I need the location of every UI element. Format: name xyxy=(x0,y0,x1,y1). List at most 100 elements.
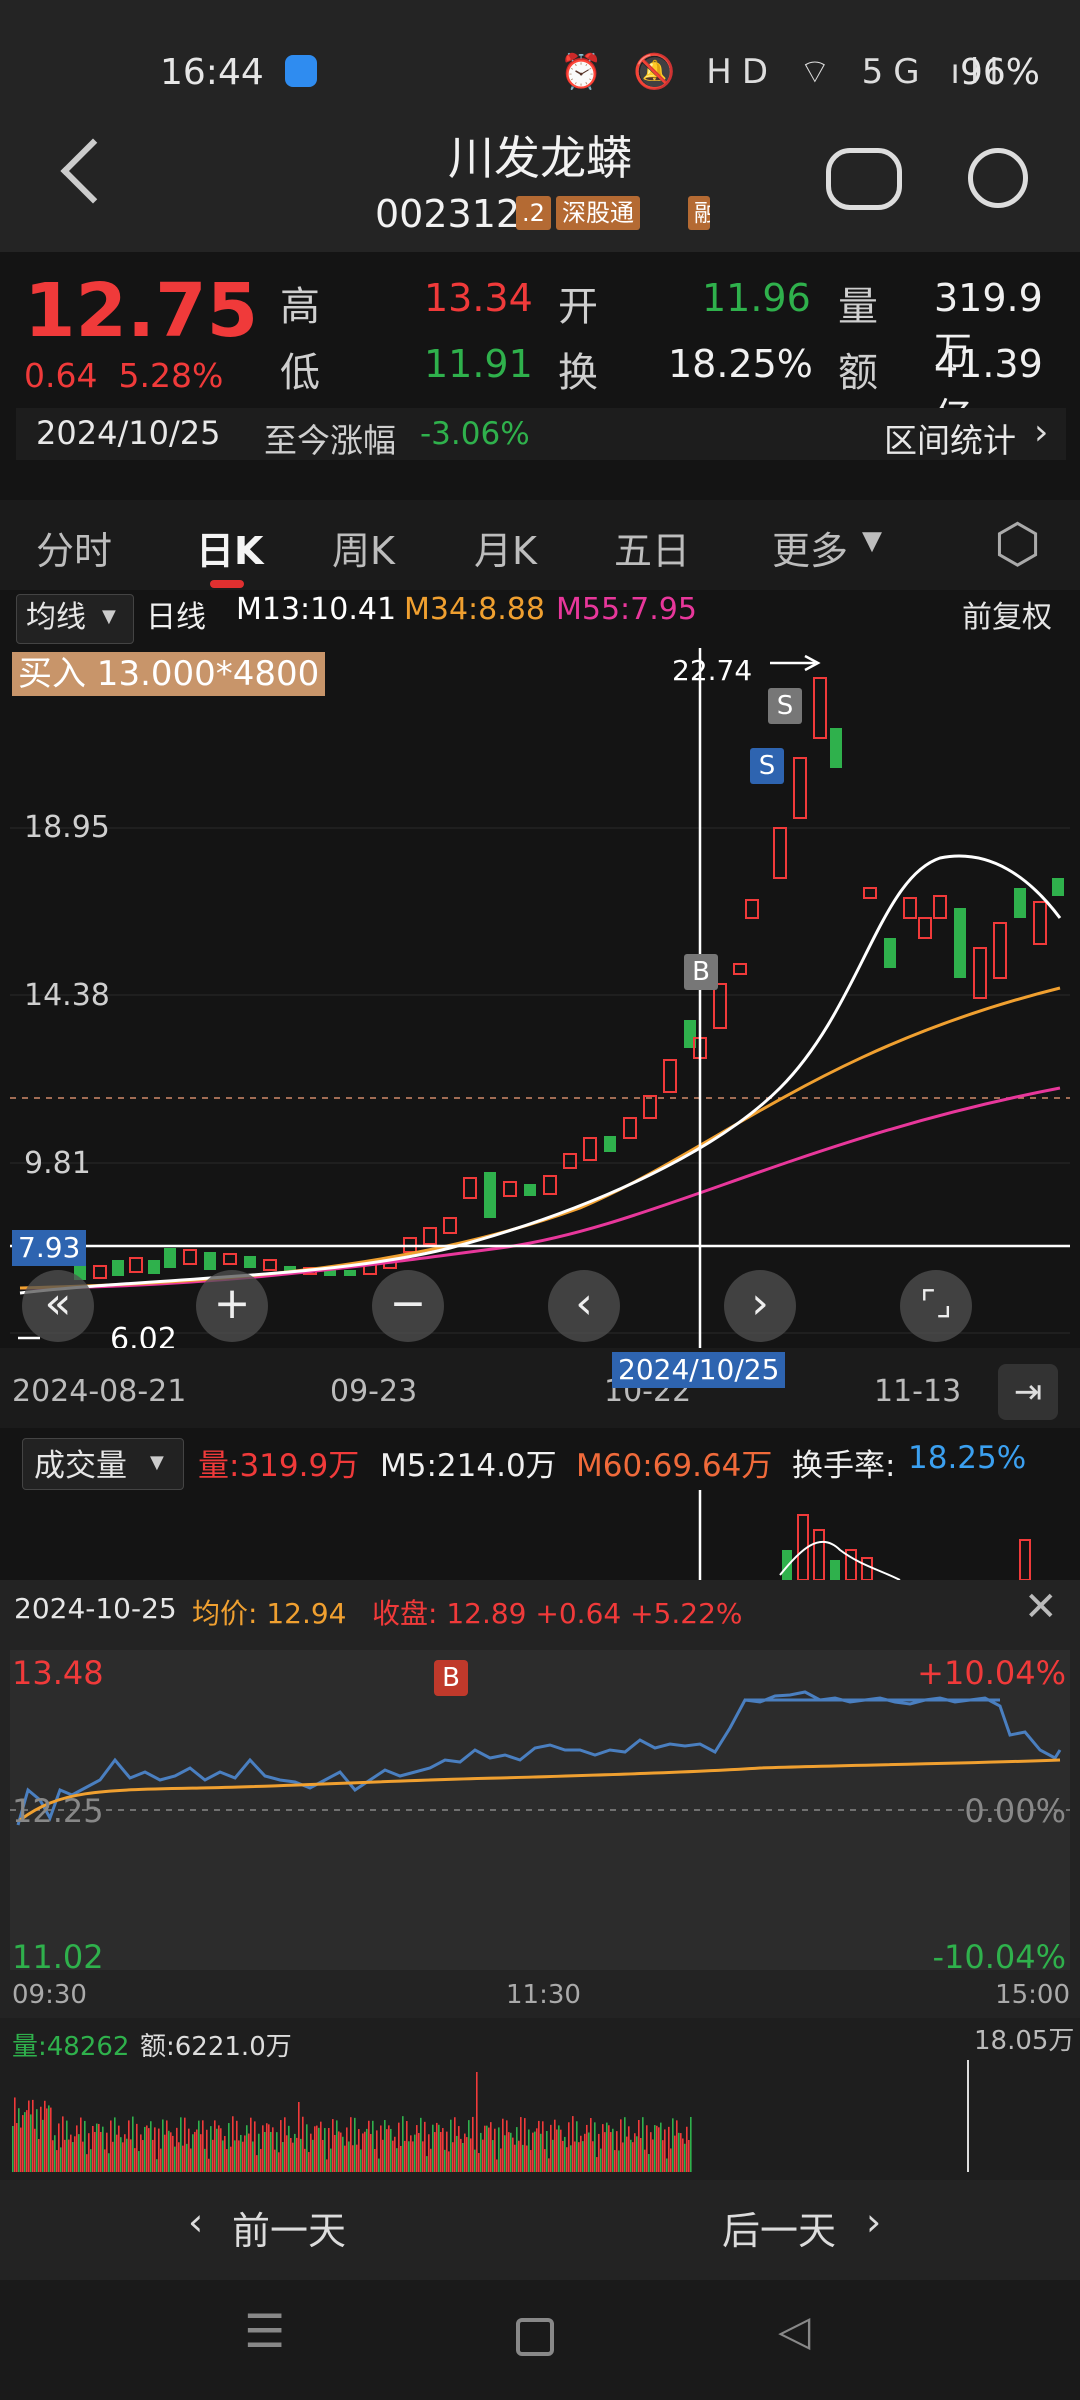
level-tag: .2 xyxy=(516,196,551,230)
robot-assistant-icon[interactable] xyxy=(826,148,902,210)
tab-weekly-k[interactable]: 周K xyxy=(332,520,395,575)
status-time: 16:44 xyxy=(160,52,264,93)
last-price: 12.75 xyxy=(24,268,259,354)
vol-m60: M60:69.64万 xyxy=(576,1448,773,1484)
app-notification-icon xyxy=(285,55,317,87)
jump-to-latest-icon[interactable]: ⇥ xyxy=(998,1364,1058,1420)
scroll-left-fast-icon[interactable]: « xyxy=(22,1270,94,1342)
low-label: 低 xyxy=(280,350,320,396)
intraday-amount: 额:6221.0万 xyxy=(140,2032,292,2062)
y-label-1: 18.95 xyxy=(24,810,110,845)
tab-more[interactable]: 更多 xyxy=(772,520,848,575)
stock-name: 川发龙蟒 xyxy=(448,131,632,185)
adjust-mode[interactable]: 前复权 xyxy=(962,592,1052,636)
intraday-date: 2024-10-25 xyxy=(14,1592,177,1625)
zoom-in-icon[interactable]: + xyxy=(196,1270,268,1342)
y-label-3: 9.81 xyxy=(24,1146,91,1181)
volume-bars-chart xyxy=(698,1490,1031,1580)
since-value: -3.06% xyxy=(420,416,530,452)
next-day-button[interactable]: 后一天 xyxy=(722,2200,836,2255)
intraday-y-mid: 12.25 xyxy=(12,1792,104,1830)
close-icon[interactable]: ✕ xyxy=(1024,1584,1058,1630)
low-value: 11.91 xyxy=(424,342,533,386)
zoom-out-icon[interactable]: − xyxy=(372,1270,444,1342)
margin-tag: 融 xyxy=(688,196,710,230)
dropdown-caret-icon[interactable]: ▼ xyxy=(862,526,882,556)
y-label-2: 14.38 xyxy=(24,978,110,1013)
caret-down-icon-2: ▼ xyxy=(150,1452,164,1473)
amount-label: 额 xyxy=(838,350,878,396)
active-tab-indicator xyxy=(210,580,244,588)
tab-monthly-k[interactable]: 月K xyxy=(474,520,537,575)
m13-value: M13:10.41 xyxy=(236,592,397,627)
tab-daily-k[interactable]: 日K xyxy=(196,520,263,575)
volume-value-label: 量:319.9万 xyxy=(198,1448,360,1484)
intraday-buy-marker[interactable]: B xyxy=(434,1660,468,1696)
tab-five-day[interactable]: 五日 xyxy=(614,520,690,575)
high-label: 高 xyxy=(280,284,320,330)
turnover-label: 换 xyxy=(558,350,598,396)
intraday-x-end: 15:00 xyxy=(995,1980,1070,2010)
connect-tag: 深股通 xyxy=(556,196,640,230)
high-mark: 22.74 xyxy=(672,654,753,687)
stock-code: 002312 xyxy=(375,192,521,236)
ma34-line xyxy=(19,986,1061,1290)
selected-date: 2024/10/25 xyxy=(36,414,221,452)
next-candle-icon[interactable]: › xyxy=(724,1270,796,1342)
kline-chart[interactable] xyxy=(0,648,1080,1348)
price-change: 0.64 5.28% xyxy=(24,356,224,395)
intraday-pct-low: -10.04% xyxy=(932,1938,1066,1976)
period-label: 日线 xyxy=(146,600,206,635)
since-label: 至今涨幅 xyxy=(264,421,396,460)
day-nav xyxy=(0,2180,1080,2280)
ma-select-label: 均线 xyxy=(26,600,86,635)
crosshair-price: 7.93 xyxy=(12,1230,87,1266)
ma13-line xyxy=(19,854,1062,1295)
range-stats-link[interactable]: 区间统计 xyxy=(884,414,1016,462)
buy-marker[interactable]: B xyxy=(684,954,718,990)
intraday-vol: 量:48262 xyxy=(12,2032,130,2062)
intraday-x-mid: 11:30 xyxy=(506,1980,581,2010)
x-label-2: 09-23 xyxy=(330,1374,418,1409)
x-label-1: 2024-08-21 xyxy=(12,1374,187,1409)
intraday-y-high: 13.48 xyxy=(12,1654,104,1692)
battery-level: 96% xyxy=(959,52,1040,93)
sell-marker-2[interactable]: S xyxy=(750,748,784,784)
intraday-vol-max: 18.05万 xyxy=(974,2026,1075,2056)
vol-m5: M5:214.0万 xyxy=(380,1448,557,1484)
fullscreen-icon[interactable]: ⌜⌟ xyxy=(900,1270,972,1342)
turnover-value: 18.25% xyxy=(668,342,813,386)
intraday-volume-chart xyxy=(12,2060,969,2172)
chevron-left-icon[interactable]: ‹ xyxy=(188,2200,203,2244)
period-tabs xyxy=(0,500,1080,590)
volume-select-label: 成交量 xyxy=(34,1448,127,1484)
tab-intraday[interactable]: 分时 xyxy=(36,520,112,575)
intraday-pct-high: +10.04% xyxy=(917,1654,1066,1692)
home-icon[interactable] xyxy=(516,2318,554,2356)
intraday-chart[interactable] xyxy=(0,1640,1080,2000)
turnover-rate-value: 18.25% xyxy=(908,1440,1027,1476)
crosshair-date: 2024/10/25 xyxy=(612,1352,786,1388)
high-value: 13.34 xyxy=(424,276,533,320)
open-label: 开 xyxy=(558,284,598,330)
turnover-rate-label: 换手率: xyxy=(792,1448,896,1484)
m55-value: M55:7.95 xyxy=(556,592,697,627)
search-icon[interactable] xyxy=(968,148,1028,208)
chevron-right-icon-2[interactable]: › xyxy=(866,2200,881,2244)
chevron-right-icon[interactable]: › xyxy=(1034,412,1048,453)
status-icons: ⏰ 🔕 HD ⌔ 5G ıll xyxy=(560,52,1009,92)
previous-candle-icon[interactable]: ‹ xyxy=(548,1270,620,1342)
candlesticks xyxy=(74,677,1064,1280)
trade-label[interactable]: 买入 13.000*4800 xyxy=(12,652,326,696)
settings-hexagon-icon[interactable]: ⬡ xyxy=(994,512,1041,575)
sell-marker[interactable]: S xyxy=(768,688,802,724)
open-value: 11.96 xyxy=(702,276,811,320)
back-triangle-icon[interactable]: ◁ xyxy=(778,2306,810,2355)
caret-down-icon: ▼ xyxy=(102,606,116,627)
intraday-close: 收盘: 12.89 +0.64 +5.22% xyxy=(372,1597,743,1630)
prev-day-button[interactable]: 前一天 xyxy=(232,2200,346,2255)
intraday-y-low: 11.02 xyxy=(12,1938,104,1976)
menu-icon[interactable]: ☰ xyxy=(244,2304,285,2358)
x-label-4: 11-13 xyxy=(874,1374,962,1409)
intraday-avg: 均价: 12.94 xyxy=(192,1597,347,1630)
